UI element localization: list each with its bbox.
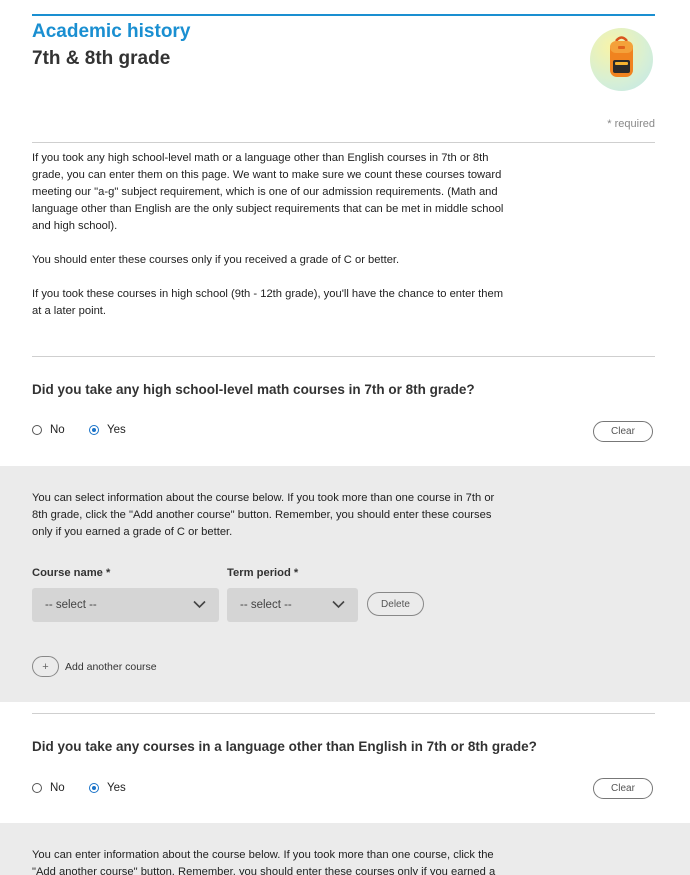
- required-note: * required: [607, 118, 655, 130]
- section-title: Academic history: [32, 21, 191, 42]
- course-name-select[interactable]: -- select --: [32, 588, 219, 622]
- intro-paragraph: If you took any high school-level math o…: [32, 152, 504, 232]
- radio-circle[interactable]: [89, 783, 99, 793]
- chevron-down-icon: [332, 600, 345, 609]
- plus-icon[interactable]: +: [32, 656, 59, 677]
- intro-paragraph: If you took these courses in high school…: [32, 288, 504, 317]
- language-radio-no[interactable]: No: [32, 782, 65, 794]
- divider: [32, 142, 655, 143]
- intro-paragraph: You should enter these courses only if y…: [32, 254, 400, 266]
- select-value: -- select --: [240, 599, 292, 611]
- divider: [32, 356, 655, 357]
- backpack-icon: [590, 28, 653, 91]
- language-clear-button[interactable]: Clear: [593, 778, 653, 799]
- header-accent-line: [32, 14, 655, 16]
- radio-label: Yes: [107, 782, 126, 794]
- radio-circle[interactable]: [32, 783, 42, 793]
- language-radio-yes[interactable]: Yes: [89, 782, 126, 794]
- add-another-course[interactable]: + Add another course: [32, 656, 157, 677]
- language-course-panel: You can enter information about the cour…: [0, 823, 690, 875]
- math-clear-button[interactable]: Clear: [593, 421, 653, 442]
- course-name-label: Course name *: [32, 567, 111, 579]
- radio-label: No: [50, 424, 65, 436]
- radio-label: Yes: [107, 424, 126, 436]
- math-radio-no[interactable]: No: [32, 424, 65, 436]
- intro-text: If you took any high school-level math o…: [32, 150, 512, 337]
- select-value: -- select --: [45, 599, 97, 611]
- radio-circle[interactable]: [89, 425, 99, 435]
- page-title: 7th & 8th grade: [32, 48, 171, 69]
- chevron-down-icon: [193, 600, 206, 609]
- math-question: Did you take any high school-level math …: [32, 382, 475, 397]
- divider: [32, 713, 655, 714]
- radio-circle[interactable]: [32, 425, 42, 435]
- math-radio-yes[interactable]: Yes: [89, 424, 126, 436]
- term-period-select[interactable]: -- select --: [227, 588, 358, 622]
- math-panel-text: You can select information about the cou…: [32, 492, 495, 538]
- add-course-label[interactable]: Add another course: [65, 661, 157, 673]
- radio-label: No: [50, 782, 65, 794]
- language-panel-text: You can enter information about the cour…: [32, 849, 496, 875]
- term-period-label: Term period *: [227, 567, 299, 579]
- delete-course-button[interactable]: Delete: [367, 592, 424, 616]
- language-question: Did you take any courses in a language o…: [32, 739, 537, 754]
